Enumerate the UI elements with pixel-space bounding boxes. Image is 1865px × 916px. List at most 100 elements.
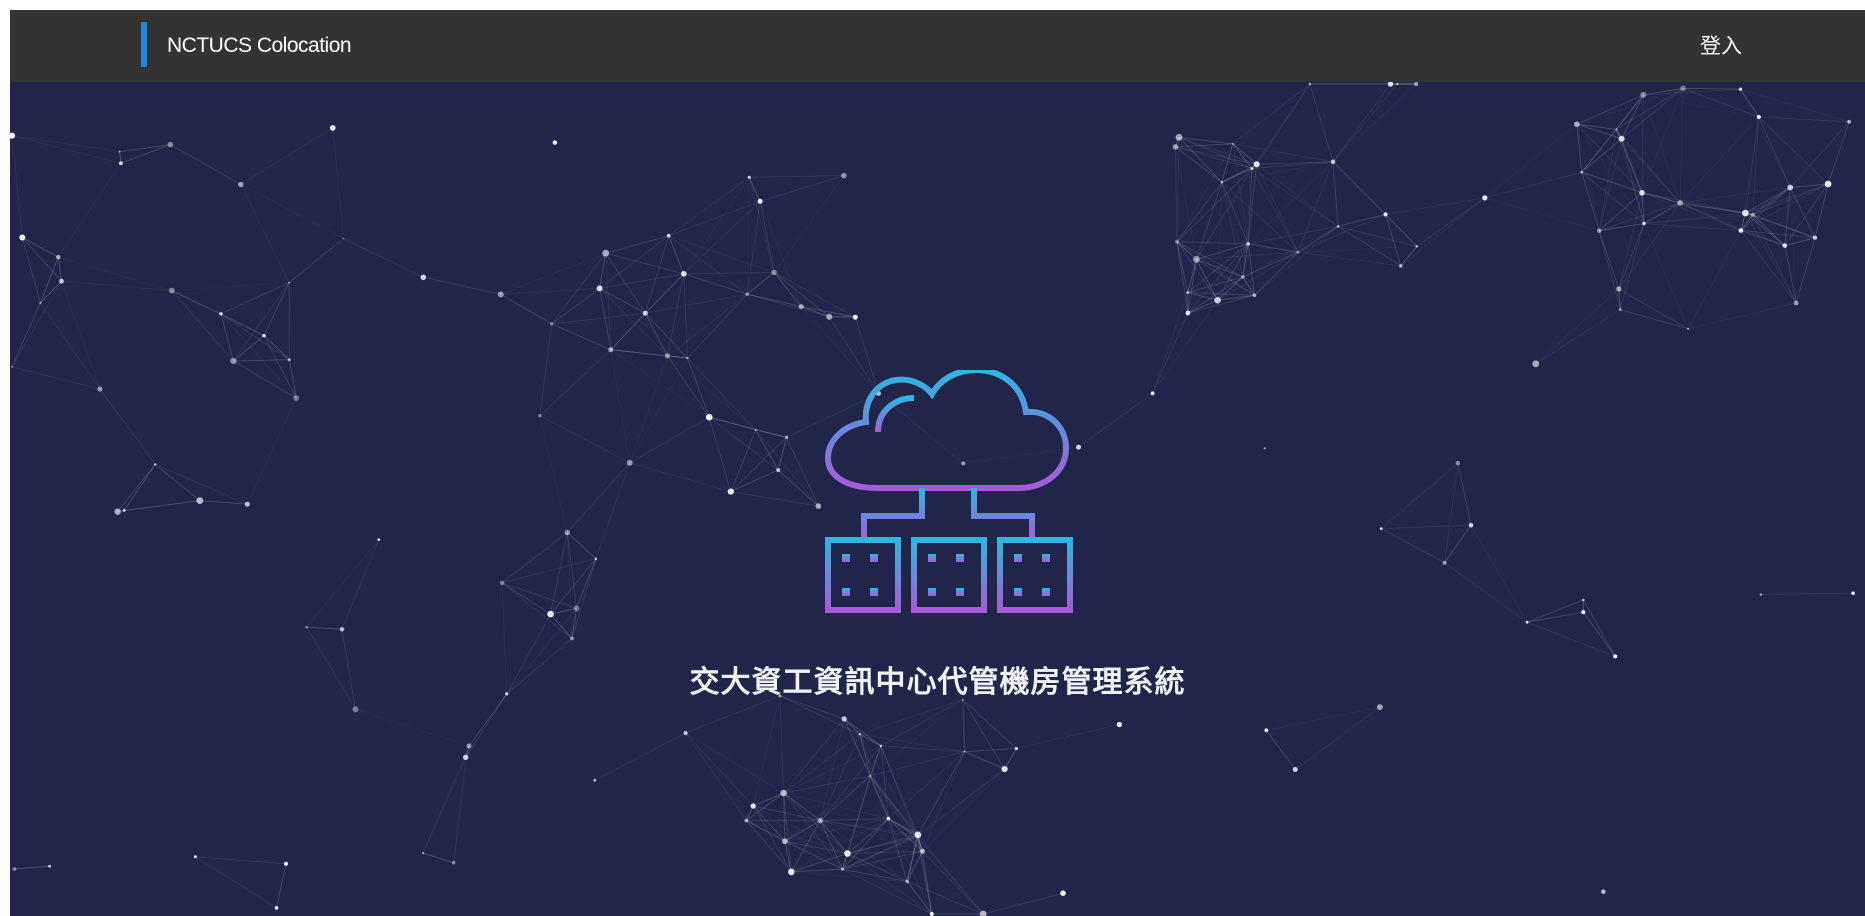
network-link (1242, 251, 1299, 278)
network-link (1643, 88, 1741, 96)
network-link (1232, 83, 1311, 145)
network-node (196, 497, 204, 504)
network-node (19, 234, 26, 241)
network-link (1789, 187, 1797, 304)
network-link (962, 699, 965, 752)
network-link (820, 818, 889, 821)
network-node (686, 356, 689, 360)
network-link (1687, 230, 1742, 330)
network-node (59, 278, 64, 284)
network-node (886, 816, 891, 821)
network-node (293, 395, 300, 401)
network-link (1789, 121, 1850, 188)
network-link (630, 358, 688, 463)
network-link (1176, 241, 1249, 245)
network-link (747, 177, 749, 294)
network-link (746, 272, 775, 295)
network-link (1232, 143, 1257, 165)
network-link (1152, 312, 1189, 394)
network-link (1643, 95, 1759, 117)
network-node (1680, 85, 1686, 92)
network-link (423, 276, 501, 295)
network-link (306, 626, 343, 630)
network-link (566, 532, 573, 639)
network-link (1618, 288, 1689, 330)
network-link (1254, 226, 1339, 296)
network-link (172, 283, 289, 291)
network-node (798, 304, 804, 310)
network-node (288, 281, 290, 284)
network-link (644, 313, 668, 357)
network-link (1752, 214, 1786, 246)
network-link (922, 851, 984, 915)
network-link (599, 288, 646, 314)
network-node (1793, 300, 1799, 306)
network-node (570, 636, 574, 641)
network-link (551, 312, 646, 325)
network-node (771, 269, 777, 276)
network-link (332, 127, 344, 239)
network-link (917, 751, 965, 835)
network-link (1381, 524, 1472, 529)
network-link (539, 323, 552, 416)
network-node (1581, 610, 1586, 615)
network-link (1309, 83, 1334, 162)
network-link (748, 177, 775, 273)
network-link (1332, 83, 1417, 163)
network-node (287, 358, 291, 362)
network-node (1246, 242, 1251, 246)
network-link (759, 201, 802, 307)
network-link (709, 416, 787, 438)
network-link (1152, 292, 1189, 394)
network-node (1616, 286, 1622, 292)
network-node (1582, 598, 1585, 602)
network-link (1251, 168, 1339, 227)
network-link (550, 532, 568, 615)
network-node (602, 249, 610, 257)
network-link (551, 323, 611, 351)
network-link (1581, 172, 1600, 231)
network-node (1220, 181, 1223, 184)
network-node (1738, 228, 1744, 233)
network-link (1621, 87, 1684, 140)
login-link[interactable]: 登入 (1700, 10, 1742, 82)
network-link (220, 282, 290, 315)
network-node (1851, 591, 1855, 595)
network-node (826, 313, 833, 320)
network-link (247, 398, 296, 504)
network-link (288, 282, 297, 399)
network-link (668, 176, 750, 237)
network-link (983, 892, 1064, 915)
network-link (842, 868, 932, 915)
network-link (1576, 94, 1644, 125)
network-link (1641, 88, 1684, 193)
network-link (1680, 202, 1746, 214)
network-link (1618, 223, 1645, 290)
network-link (667, 293, 748, 357)
network-node (681, 271, 687, 277)
network-link (774, 176, 844, 273)
network-node (1482, 195, 1488, 201)
network-node (593, 778, 597, 782)
network-link (777, 437, 787, 471)
network-link (759, 201, 775, 273)
network-node (1186, 291, 1189, 294)
network-node (841, 716, 847, 722)
network-link (343, 238, 424, 278)
network-link (22, 237, 59, 258)
network-link (1682, 87, 1741, 90)
network-link (1078, 393, 1153, 448)
network-node (1615, 128, 1618, 131)
network-node (1532, 360, 1540, 368)
network-node (1415, 245, 1418, 248)
network-link (567, 532, 597, 560)
network-node (1379, 527, 1383, 530)
network-node (97, 386, 103, 392)
brand-link[interactable]: NCTUCS Colocation (167, 10, 352, 82)
network-link (61, 281, 101, 390)
network-link (288, 238, 344, 283)
network-link (1470, 524, 1528, 623)
network-link (708, 417, 732, 492)
network-node (1060, 890, 1066, 896)
network-link (962, 699, 1005, 770)
